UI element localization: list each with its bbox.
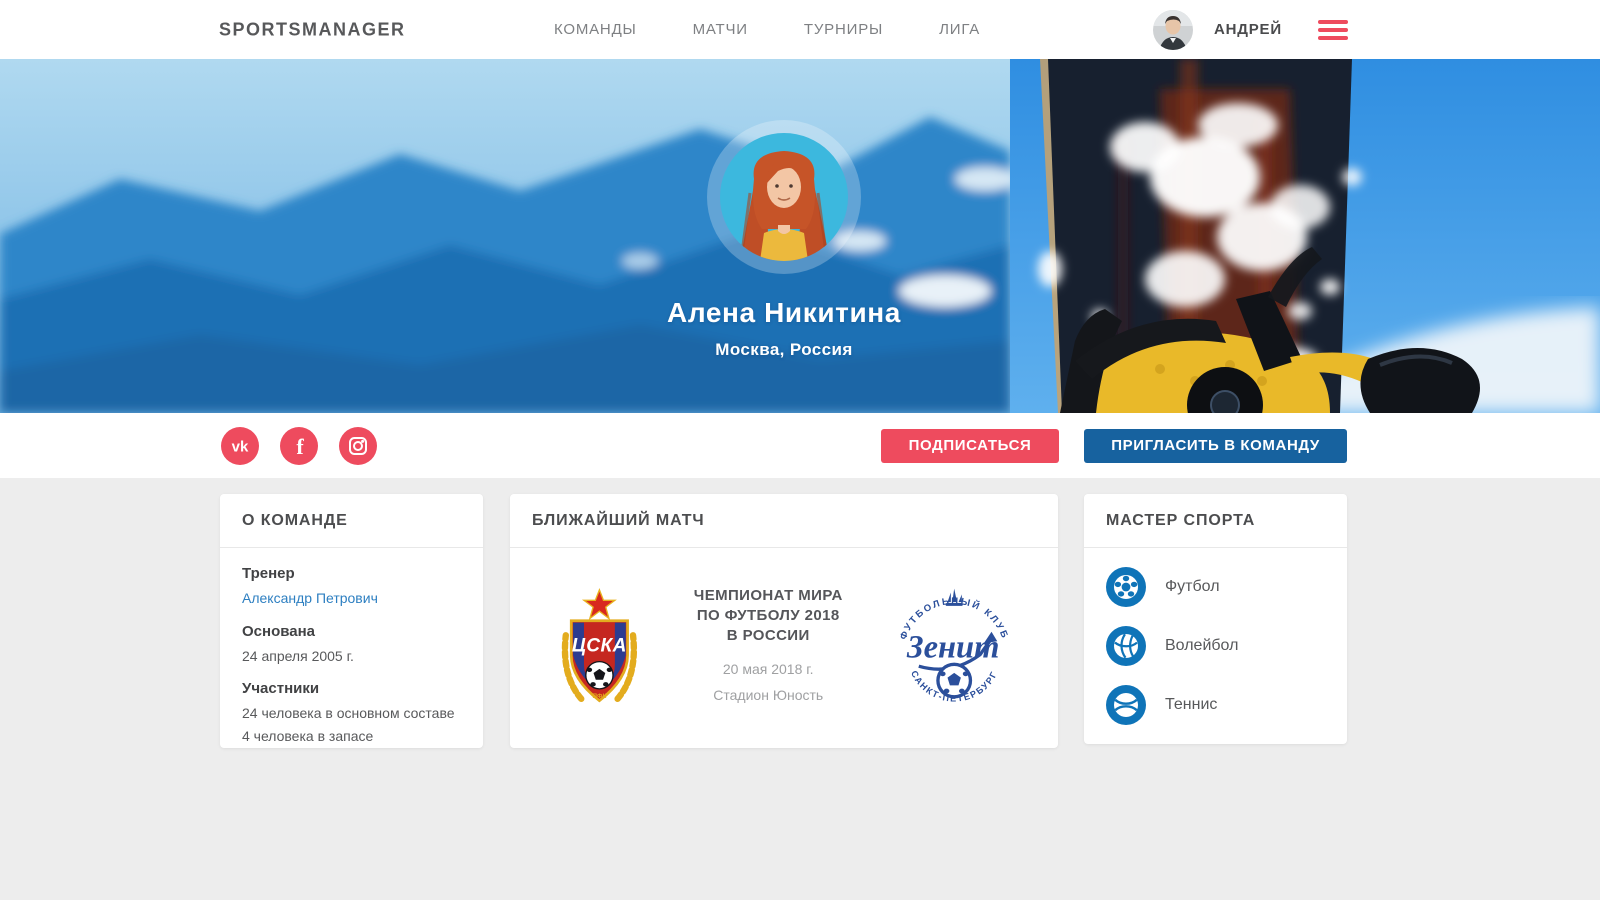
profile-name: Алена Никитина bbox=[667, 297, 901, 329]
facebook-icon[interactable]: f bbox=[280, 427, 318, 465]
cska-logo: ЦСКА ПФК bbox=[554, 587, 645, 709]
founded-value: 24 апреля 2005 г. bbox=[242, 647, 461, 667]
next-match-card: БЛИЖАЙШИЙ МАТЧ ЦСКА bbox=[510, 494, 1058, 748]
subscribe-button[interactable]: ПОДПИСАТЬСЯ bbox=[881, 429, 1059, 463]
volleyball-icon bbox=[1106, 626, 1146, 666]
profile-location: Москва, Россия bbox=[667, 340, 901, 360]
main-nav: КОМАНДЫ МАТЧИ ТУРНИРЫ ЛИГА bbox=[554, 0, 980, 59]
coach-link[interactable]: Александр Петрович bbox=[242, 590, 378, 606]
football-icon bbox=[1106, 567, 1146, 607]
sport-label-volleyball: Волейбол bbox=[1165, 637, 1238, 655]
zenit-logo: ФУТБОЛЬНЫЙ КЛУБ САНКТ-ПЕТЕРБУРГ bbox=[892, 585, 1016, 711]
match-date: 20 мая 2018 г. bbox=[645, 661, 892, 677]
cska-logo-text: ЦСКА bbox=[572, 635, 627, 656]
coach-label: Тренер bbox=[242, 565, 461, 582]
next-match-title: БЛИЖАЙШИЙ МАТЧ bbox=[532, 512, 705, 530]
nav-item-teams[interactable]: КОМАНДЫ bbox=[554, 21, 637, 38]
vk-glyph: vk bbox=[232, 438, 249, 455]
vk-icon[interactable]: vk bbox=[221, 427, 259, 465]
match-venue: Стадион Юность bbox=[645, 687, 892, 703]
members-label: Участники bbox=[242, 680, 461, 697]
invite-to-team-button[interactable]: ПРИГЛАСИТЬ В КОМАНДУ bbox=[1084, 429, 1347, 463]
about-team-card: О КОМАНДЕ Тренер Александр Петрович Осно… bbox=[220, 494, 483, 748]
founded-label: Основана bbox=[242, 623, 461, 640]
app-logo[interactable]: SPORTSMANAGER bbox=[219, 19, 406, 40]
sport-row-volleyball: Волейбол bbox=[1106, 626, 1347, 666]
members-main: 24 человека в основном составе bbox=[242, 704, 461, 724]
sport-label-football: Футбол bbox=[1165, 578, 1220, 596]
social-links: vk f bbox=[221, 413, 377, 478]
master-of-sports-title: МАСТЕР СПОРТА bbox=[1106, 512, 1255, 530]
profile-avatar bbox=[720, 133, 848, 261]
sport-label-tennis: Теннис bbox=[1165, 696, 1217, 714]
profile-hero: Алена Никитина Москва, Россия bbox=[0, 59, 1600, 413]
profile-avatar-ring bbox=[707, 120, 861, 274]
event-name-line2: ПО ФУТБОЛУ 2018 bbox=[645, 606, 892, 626]
profile-caption: Алена Никитина Москва, Россия bbox=[667, 297, 901, 360]
master-of-sports-card: МАСТЕР СПОРТА bbox=[1084, 494, 1347, 744]
tennis-icon bbox=[1106, 685, 1146, 725]
event-name-line1: ЧЕМПИОНАТ МИРА bbox=[645, 586, 892, 606]
action-bar: vk f ПОДПИСАТЬСЯ ПРИГЛАСИТЬ В КОМАНДУ bbox=[0, 413, 1600, 478]
nav-item-league[interactable]: ЛИГА bbox=[939, 21, 980, 38]
instagram-icon[interactable] bbox=[339, 427, 377, 465]
user-name: АНДРЕЙ bbox=[1214, 21, 1282, 38]
members-reserve: 4 человека в запасе bbox=[242, 727, 461, 747]
nav-item-tournaments[interactable]: ТУРНИРЫ bbox=[804, 21, 883, 38]
sport-row-football: Футбол bbox=[1106, 567, 1347, 607]
sport-row-tennis: Теннис bbox=[1106, 685, 1347, 725]
top-navbar: SPORTSMANAGER КОМАНДЫ МАТЧИ ТУРНИРЫ ЛИГА… bbox=[0, 0, 1600, 59]
nav-item-matches[interactable]: МАТЧИ bbox=[693, 21, 748, 38]
page: SPORTSMANAGER КОМАНДЫ МАТЧИ ТУРНИРЫ ЛИГА… bbox=[0, 0, 1600, 900]
user-menu[interactable]: АНДРЕЙ bbox=[1153, 10, 1282, 50]
facebook-glyph: f bbox=[296, 434, 304, 459]
about-team-title: О КОМАНДЕ bbox=[242, 512, 348, 530]
main-content: О КОМАНДЕ Тренер Александр Петрович Осно… bbox=[0, 478, 1600, 900]
hamburger-menu-icon[interactable] bbox=[1318, 20, 1348, 40]
user-avatar bbox=[1153, 10, 1193, 50]
event-name-line3: В РОССИИ bbox=[645, 626, 892, 646]
cska-logo-subtext: ПФК bbox=[592, 692, 606, 699]
